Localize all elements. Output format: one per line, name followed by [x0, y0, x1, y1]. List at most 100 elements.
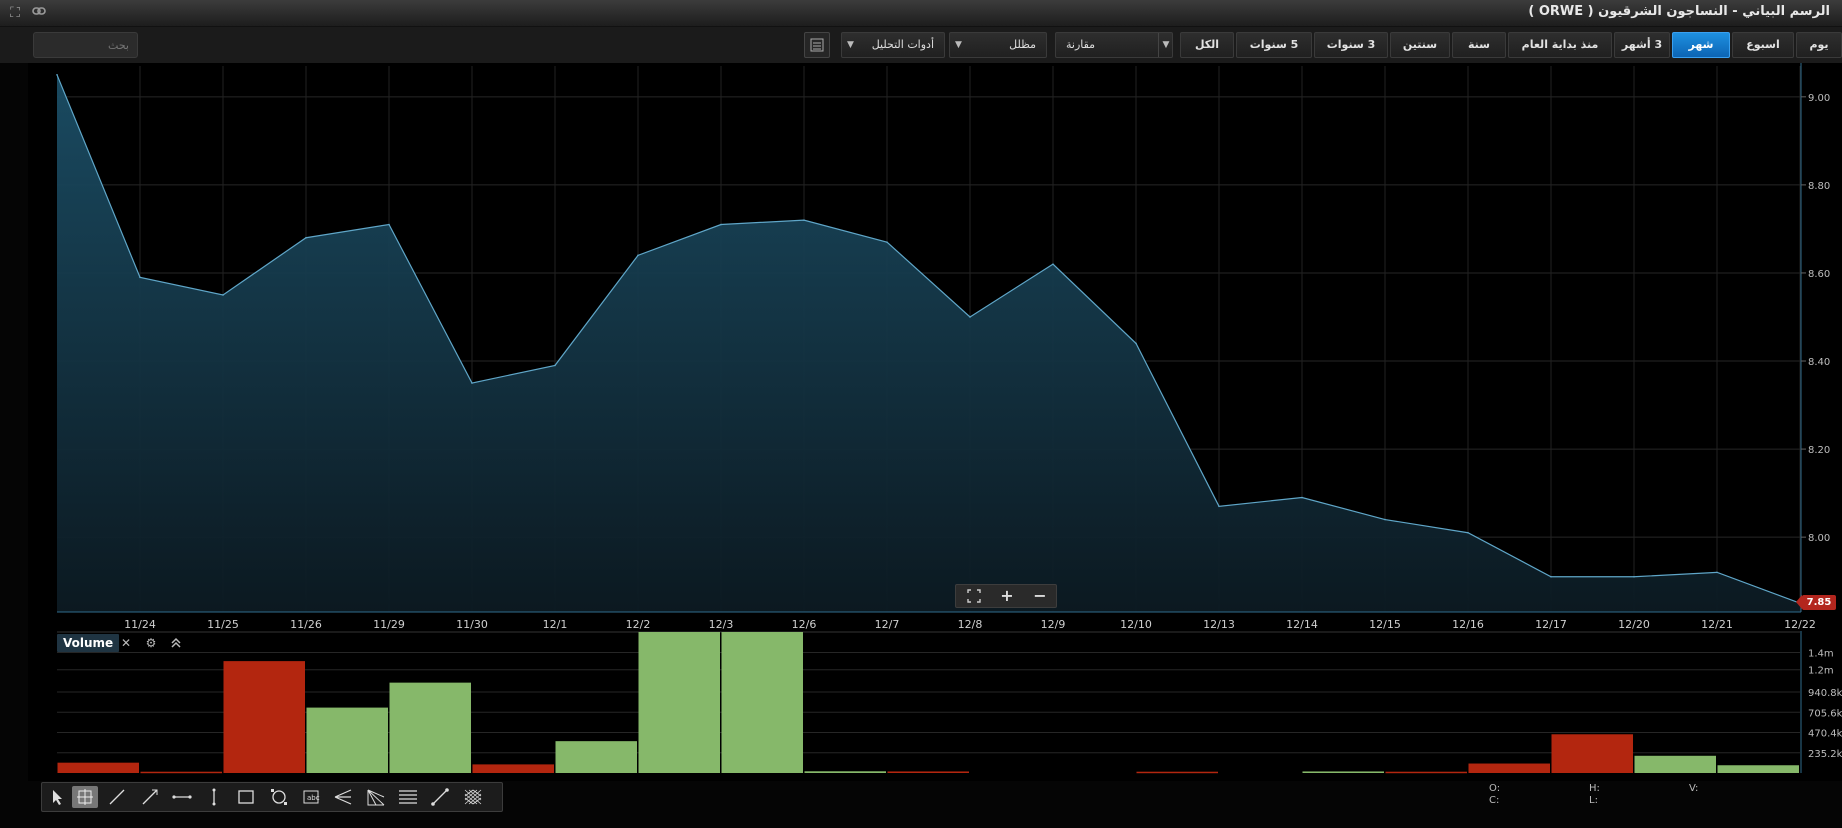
expand-icon[interactable]: ⛶ — [6, 4, 24, 22]
zoom-out-button[interactable]: − — [1024, 585, 1056, 607]
volume-bar — [1551, 734, 1633, 773]
horizontal-line-icon[interactable] — [169, 786, 195, 808]
range-3y-button[interactable]: 3 سنوات — [1314, 32, 1388, 58]
range-5y-button[interactable]: 5 سنوات — [1236, 32, 1312, 58]
collapse-icon[interactable] — [168, 635, 184, 651]
fibonacci-fan-icon[interactable] — [363, 786, 389, 808]
line-icon[interactable] — [104, 786, 130, 808]
chart-style-dropdown[interactable]: ▼ مظلل — [949, 32, 1047, 58]
last-price-badge: 7.85 — [1796, 595, 1836, 610]
text-box-icon[interactable]: abc — [298, 786, 324, 808]
fibonacci-retracement-icon[interactable] — [395, 786, 421, 808]
pattern-icon[interactable] — [460, 786, 486, 808]
date-tick-label: 12/6 — [792, 618, 817, 631]
volume-tick-label: 470.4k — [1808, 729, 1842, 740]
fan-icon[interactable] — [330, 786, 356, 808]
range-1d-button[interactable]: يوم — [1796, 32, 1842, 58]
chart-canvas[interactable]: 8.00 8.20 8.40 8.60 8.80 9.00 11/24 11/25 11/26… — [0, 63, 1842, 781]
price-point — [1135, 342, 1137, 345]
volume-bar — [306, 707, 388, 773]
range-3m-button[interactable]: 3 أشهر — [1614, 32, 1670, 58]
volume-bar — [1385, 771, 1467, 774]
vertical-line-icon[interactable] — [201, 786, 227, 808]
ohlc-high: H: — [1589, 783, 1600, 794]
price-point — [1716, 571, 1718, 574]
range-1m-button[interactable]: شهر — [1672, 32, 1730, 58]
volume-tick-label: 1.2m — [1808, 666, 1834, 677]
date-tick-label: 12/21 — [1701, 618, 1733, 631]
arrow-line-icon[interactable] — [137, 786, 163, 808]
volume-bar — [1302, 771, 1384, 773]
volume-bar — [555, 741, 637, 773]
compare-label: مقارنة — [1066, 38, 1096, 51]
price-tick-label: 9.00 — [1808, 93, 1830, 104]
compare-dropdown[interactable]: ▼ مقارنة — [1055, 32, 1173, 58]
range-all-button[interactable]: الكل — [1180, 32, 1234, 58]
crosshair-icon[interactable] — [72, 786, 98, 808]
gear-icon[interactable]: ⚙ — [143, 635, 159, 651]
date-tick-label: 12/9 — [1041, 618, 1066, 631]
range-2y-button[interactable]: سنتين — [1390, 32, 1450, 58]
volume-bar — [140, 771, 222, 774]
volume-bar — [389, 682, 471, 773]
date-tick-label: 11/26 — [290, 618, 322, 631]
price-point — [1550, 575, 1552, 578]
range-1y-button[interactable]: سنة — [1452, 32, 1506, 58]
link-icon[interactable] — [30, 4, 48, 22]
date-tick-label: 12/13 — [1203, 618, 1235, 631]
range-1w-button[interactable]: اسبوع — [1732, 32, 1794, 58]
ohlc-open: O: — [1489, 783, 1501, 794]
date-tick-label: 12/10 — [1120, 618, 1152, 631]
analysis-tools-dropdown[interactable]: ▼ أدوات التحليل — [841, 32, 945, 58]
date-tick-label: 12/8 — [958, 618, 983, 631]
ellipse-icon[interactable] — [266, 786, 292, 808]
price-point — [139, 276, 141, 279]
svg-text:abc: abc — [307, 794, 320, 802]
price-tick-label: 8.20 — [1808, 445, 1830, 456]
volume-bar — [223, 661, 305, 773]
title-bar: ⛶ الرسم البياني - النساجون الشرقيون ( OR… — [0, 0, 1842, 27]
range-ytd-button[interactable]: منذ بداية العام — [1508, 32, 1612, 58]
chevron-down-icon: ▼ — [955, 40, 962, 50]
price-point — [554, 364, 556, 367]
volume-bar — [57, 762, 139, 773]
ohlc-low: L: — [1589, 795, 1598, 806]
volume-bar — [721, 632, 803, 773]
ohlc-volume: V: — [1689, 783, 1699, 794]
date-tick-label: 11/25 — [207, 618, 239, 631]
trend-arrow-icon[interactable] — [427, 786, 453, 808]
price-point — [1633, 575, 1635, 578]
date-tick-label: 12/1 — [543, 618, 568, 631]
volume-bar — [1717, 765, 1799, 773]
volume-tick-label: 1.4m — [1808, 649, 1834, 660]
date-tick-label: 12/15 — [1369, 618, 1401, 631]
price-point — [1301, 496, 1303, 499]
price-tick-label: 8.40 — [1808, 357, 1830, 368]
price-point — [1218, 505, 1220, 508]
chevron-down-icon: ▼ — [1158, 33, 1173, 57]
volume-panel-title: Volume — [57, 634, 120, 652]
date-tick-label: 12/14 — [1286, 618, 1318, 631]
volume-bar — [472, 764, 554, 773]
zoom-in-button[interactable]: + — [991, 585, 1023, 607]
volume-tick-label: 705.6k — [1808, 708, 1842, 719]
fit-icon[interactable] — [958, 585, 990, 607]
price-tick-label: 8.00 — [1808, 533, 1830, 544]
date-tick-label: 12/16 — [1452, 618, 1484, 631]
date-tick-label: 12/20 — [1618, 618, 1650, 631]
rectangle-icon[interactable] — [233, 786, 259, 808]
layout-icon — [810, 38, 824, 52]
volume-tick-label: 940.8k — [1808, 688, 1842, 699]
chevron-down-icon: ▼ — [847, 40, 854, 50]
volume-bar — [638, 632, 720, 773]
close-icon[interactable]: ✕ — [118, 635, 134, 651]
ohlc-close: C: — [1489, 795, 1500, 806]
date-tick-label: 12/17 — [1535, 618, 1567, 631]
price-point — [969, 316, 971, 318]
date-tick-label: 11/30 — [456, 618, 488, 631]
search-input[interactable] — [33, 32, 138, 58]
pointer-icon[interactable] — [44, 786, 70, 808]
layout-button[interactable] — [804, 32, 830, 58]
price-point — [720, 223, 722, 226]
volume-tick-label: 235.2k — [1808, 749, 1842, 760]
